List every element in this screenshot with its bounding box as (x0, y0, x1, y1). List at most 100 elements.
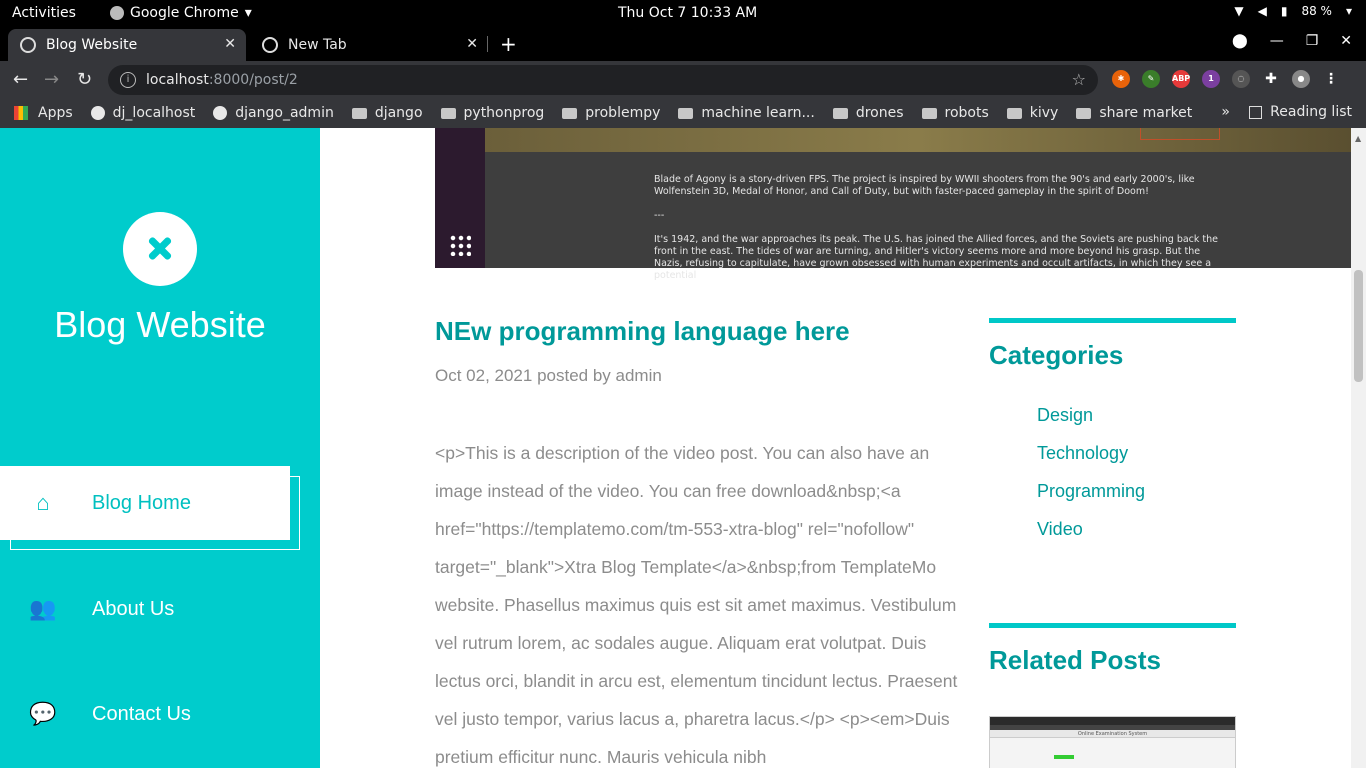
hero-banner-image (485, 128, 1351, 152)
site-info-icon[interactable]: i (120, 72, 136, 88)
volume-icon: ◀ (1257, 4, 1267, 18)
folder-icon (678, 107, 694, 119)
tab-new-tab[interactable]: New Tab ✕ (250, 29, 488, 61)
kebab-menu-icon[interactable]: ⋮ (1322, 70, 1340, 88)
tab-strip: Blog Website ✕ New Tab ✕ (0, 27, 1366, 61)
bookmark-label: kivy (1029, 105, 1059, 121)
bookmark-label: pythonprog (463, 105, 545, 121)
system-tray[interactable]: ▼ ◀ ▮ 88 % ▾ (1234, 4, 1352, 18)
hero-button[interactable] (1140, 128, 1220, 140)
related-posts-title: Related Posts (989, 645, 1161, 675)
hero-paragraph: It's 1942, and the war approaches its pe… (654, 234, 1219, 281)
grid-menu-icon[interactable] (449, 234, 471, 256)
home-icon: ⌂ (36, 490, 50, 515)
avatar[interactable]: ● (1292, 70, 1310, 88)
reading-list-icon (1249, 105, 1263, 119)
clock[interactable]: Thu Oct 7 10:33 AM (618, 5, 757, 21)
extension-green-icon[interactable]: ✎ (1142, 70, 1160, 88)
hero-paragraph: Blade of Agony is a story-driven FPS. Th… (654, 174, 1195, 197)
address-bar[interactable]: i localhost:8000/post/2 ☆ (108, 65, 1098, 95)
hero-paragraph: --- (654, 210, 665, 221)
users-icon: 👥 (29, 596, 57, 621)
extension-badge-icon[interactable]: 1 (1202, 70, 1220, 88)
window-controls: ⬤ — ❐ ✕ (1232, 33, 1352, 49)
wifi-icon: ▼ (1234, 4, 1244, 18)
bookmark-apps[interactable]: Apps (14, 105, 73, 121)
bookmark-label: django (374, 105, 423, 121)
folder-icon (1006, 107, 1022, 119)
bookmark-problempy[interactable]: problempy (562, 105, 660, 121)
puzzle-icon[interactable]: ✚ (1262, 70, 1280, 88)
page-scrollbar[interactable]: ▲ (1351, 128, 1366, 768)
video-embed[interactable]: Blade of Agony is a story-driven FPS. Th… (435, 128, 1351, 281)
tab-blog-website[interactable]: Blog Website ✕ (8, 29, 246, 61)
bookmark-drones[interactable]: drones (832, 105, 904, 121)
tab-separator (487, 36, 488, 52)
bookmark-label: machine learn... (701, 105, 815, 121)
bookmark-django[interactable]: django (351, 105, 423, 121)
site-title: Blog Website (54, 304, 266, 345)
thumb-tab-bar (990, 717, 1235, 725)
extension-orange-icon[interactable]: ✱ (1112, 70, 1130, 88)
post-meta: Oct 02, 2021 posted by admin (435, 366, 662, 385)
reading-list-button[interactable]: Reading list (1249, 104, 1352, 120)
extension-grey-icon[interactable]: ◌ (1232, 70, 1250, 88)
post-body: <p>This is a description of the video po… (435, 443, 958, 767)
globe-icon (90, 106, 105, 120)
url-host: localhost (146, 72, 209, 88)
app-menu[interactable]: Google Chrome ▾ (110, 5, 252, 21)
globe-icon (213, 106, 228, 120)
nav-about-us[interactable]: 👥 About Us (0, 572, 290, 646)
close-window-icon[interactable]: ✕ (1340, 33, 1352, 49)
back-icon[interactable]: ← (13, 69, 28, 90)
browser-toolbar: ← → ↻ i localhost:8000/post/2 ☆ ✱ ✎ ABP … (0, 61, 1366, 98)
bookmark-star-icon[interactable]: ☆ (1072, 70, 1086, 89)
maximize-icon[interactable]: ❐ (1306, 33, 1319, 49)
bookmark-label: django_admin (235, 105, 334, 121)
close-tab-icon[interactable]: ✕ (224, 36, 236, 52)
page-viewport: Blog Website ⌂ Blog Home 👥 About Us 💬 Co… (0, 128, 1351, 768)
nav-contact-us[interactable]: 💬 Contact Us (0, 677, 290, 751)
bookmark-robots[interactable]: robots (921, 105, 989, 121)
chrome-icon (262, 37, 278, 53)
related-post-thumbnail[interactable]: Online Examination System (989, 716, 1236, 768)
bookmarks-overflow-button[interactable]: » (1221, 104, 1230, 120)
reading-list-label: Reading list (1270, 104, 1352, 120)
bookmark-dj-localhost[interactable]: dj_localhost (90, 105, 196, 121)
folder-icon (832, 107, 848, 119)
bookmark-share-market[interactable]: share market (1076, 105, 1192, 121)
category-video-link[interactable]: Video (1037, 519, 1083, 540)
new-tab-button[interactable]: + (500, 32, 517, 56)
bookmark-django-admin[interactable]: django_admin (213, 105, 334, 121)
bookmark-label: dj_localhost (112, 105, 196, 121)
category-programming-link[interactable]: Programming (1037, 481, 1145, 502)
folder-icon (921, 107, 937, 119)
related-rule (989, 623, 1236, 628)
close-tab-icon[interactable]: ✕ (466, 36, 478, 52)
profile-menu-icon[interactable]: ⬤ (1232, 33, 1248, 49)
activities-button[interactable]: Activities (12, 5, 76, 21)
caret-down-icon: ▾ (1345, 4, 1352, 18)
app-menu-label: Google Chrome (130, 5, 239, 21)
category-technology-link[interactable]: Technology (1037, 443, 1128, 464)
bookmark-kivy[interactable]: kivy (1006, 105, 1059, 121)
nav-label: About Us (92, 597, 175, 620)
tab-title: New Tab (288, 37, 347, 53)
reload-icon[interactable]: ↻ (77, 69, 92, 90)
bookmark-machine-learn[interactable]: machine learn... (678, 105, 815, 121)
close-logo-icon[interactable] (123, 212, 197, 286)
forward-icon[interactable]: → (44, 69, 59, 90)
bookmark-label: Apps (38, 105, 73, 121)
scroll-up-icon[interactable]: ▲ (1355, 134, 1361, 143)
bookmarks-bar: Apps dj_localhost django_admin django py… (0, 98, 1366, 128)
folder-icon (1076, 107, 1092, 119)
nav-blog-home[interactable]: ⌂ Blog Home (0, 466, 290, 540)
bookmark-pythonprog[interactable]: pythonprog (440, 105, 545, 121)
folder-icon (562, 107, 578, 119)
category-design-link[interactable]: Design (1037, 405, 1093, 426)
scrollbar-thumb[interactable] (1354, 270, 1363, 382)
minimize-icon[interactable]: — (1270, 33, 1284, 49)
battery-percent: 88 % (1301, 4, 1332, 18)
adblock-plus-icon[interactable]: ABP (1172, 70, 1190, 88)
comments-icon: 💬 (29, 701, 57, 726)
